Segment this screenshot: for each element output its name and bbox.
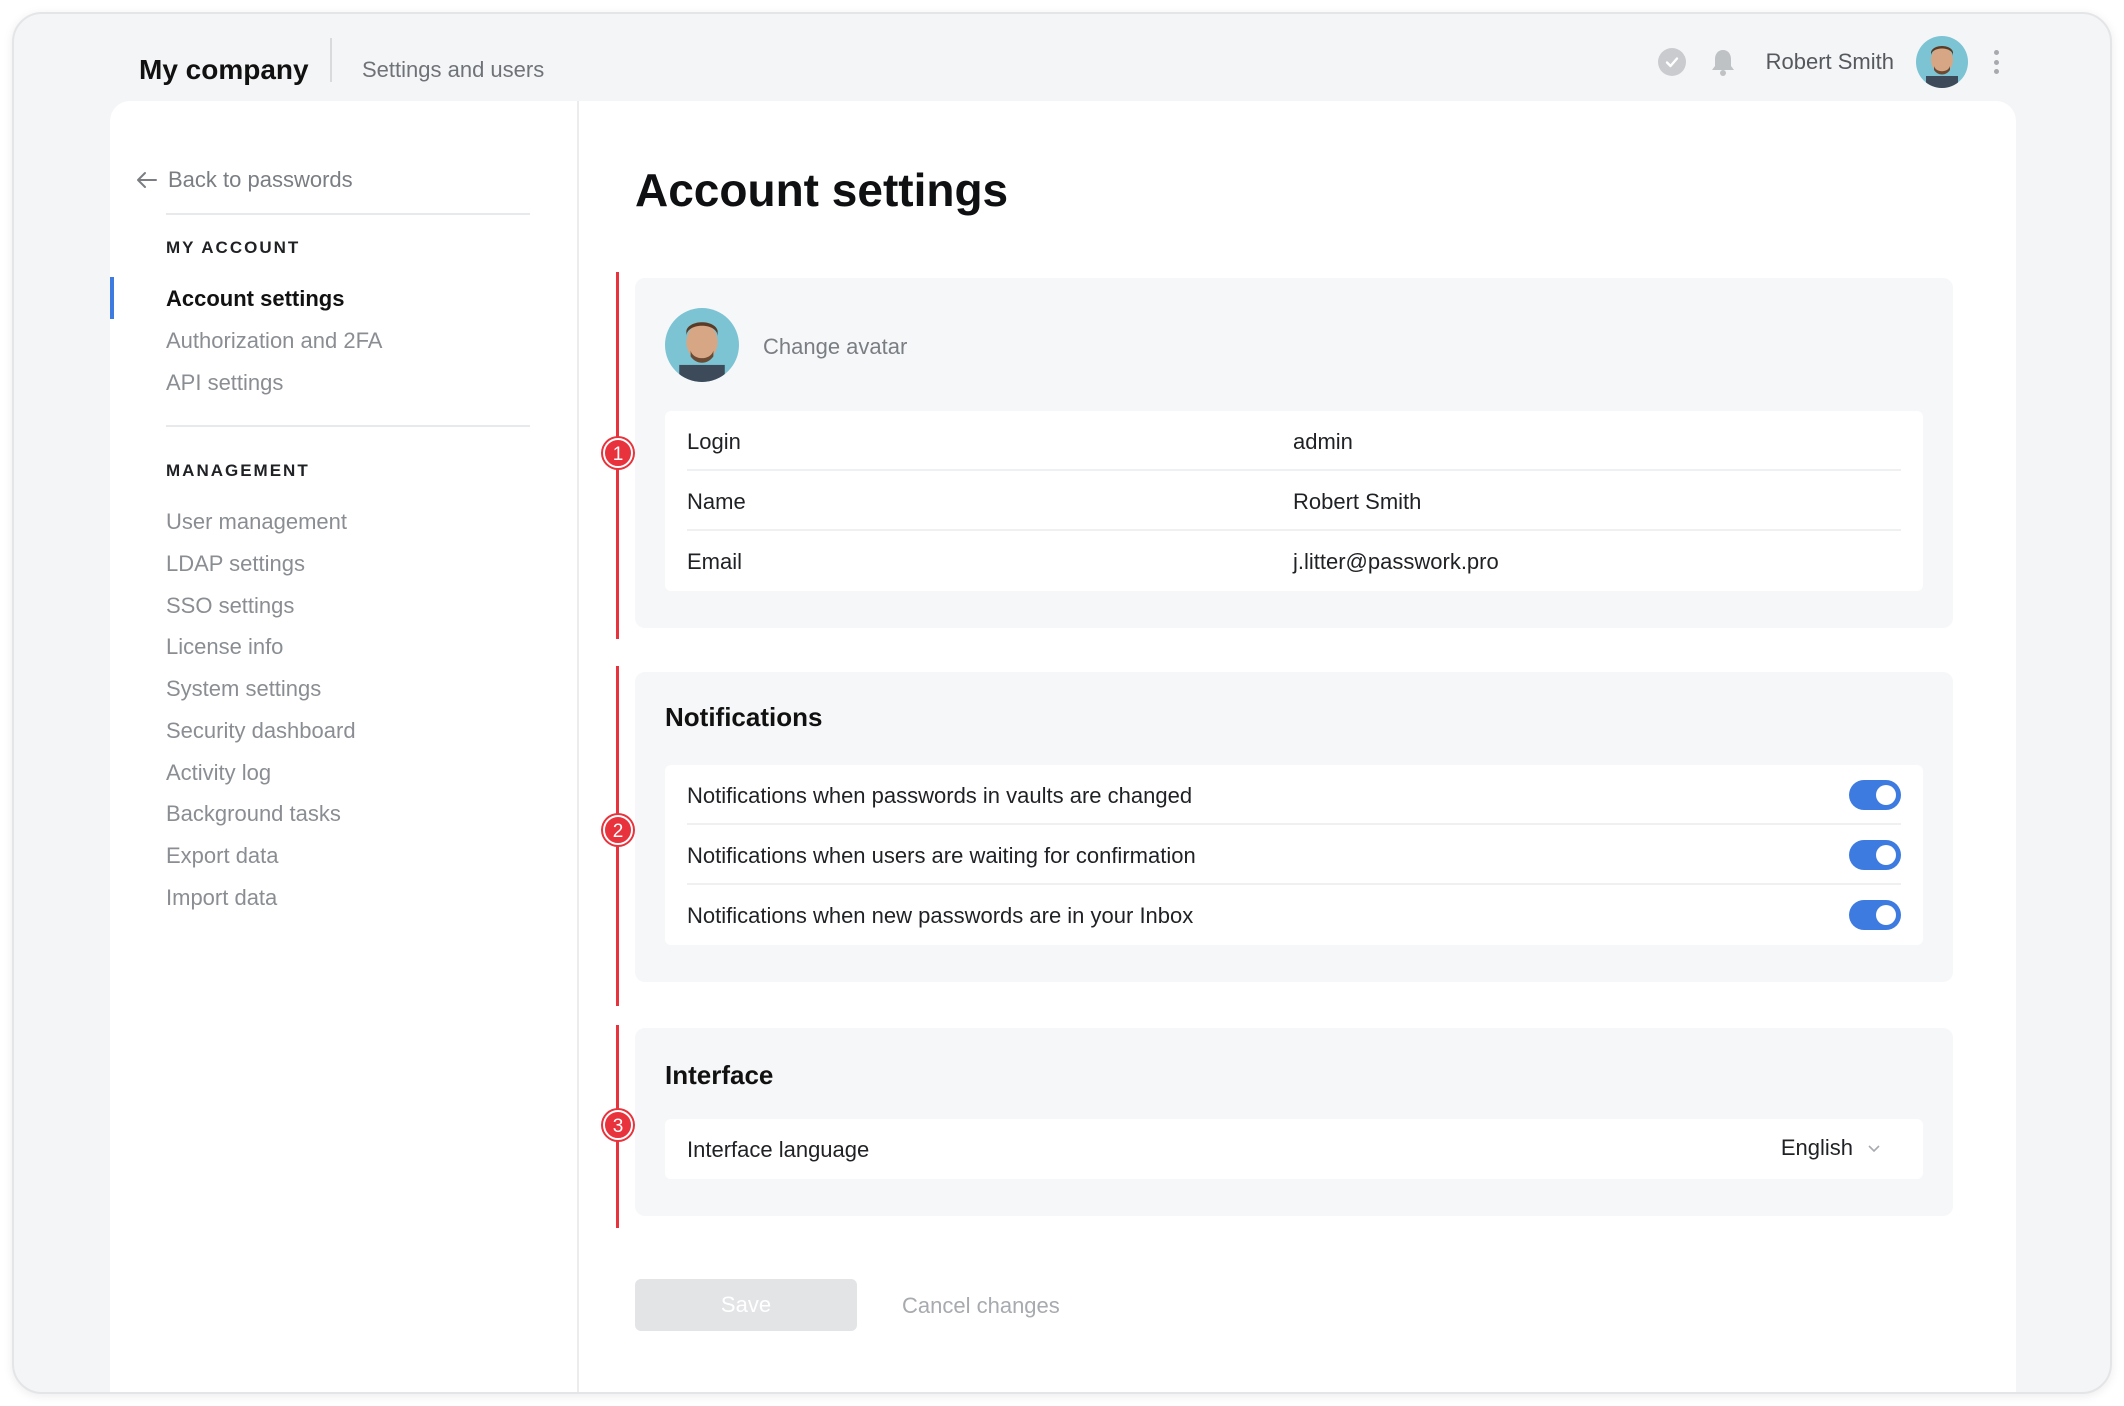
chevron-down-icon — [1868, 1145, 1880, 1153]
sidebar-item-system-settings[interactable]: System settings — [166, 676, 321, 702]
notifications-table: Notifications when passwords in vaults a… — [665, 765, 1923, 945]
sidebar-item-export-data[interactable]: Export data — [166, 843, 279, 869]
notifications-panel: Notifications Notifications when passwor… — [635, 672, 1953, 982]
interface-table: Interface language English — [665, 1119, 1923, 1179]
sidebar-item-background-tasks[interactable]: Background tasks — [166, 801, 341, 827]
change-avatar-link[interactable]: Change avatar — [763, 334, 907, 360]
table-row: Login admin — [687, 411, 1901, 471]
table-row: Name Robert Smith — [687, 471, 1901, 531]
interface-title: Interface — [665, 1060, 774, 1090]
table-row: Email j.litter@passwork.pro — [687, 531, 1901, 591]
check-circle-icon[interactable] — [1657, 48, 1686, 76]
arrow-left-icon — [137, 172, 157, 188]
sidebar-item-ldap-settings[interactable]: LDAP settings — [166, 551, 305, 577]
table-row: Interface language English — [687, 1119, 1901, 1179]
table-row: Notifications when users are waiting for… — [687, 825, 1901, 885]
avatar[interactable] — [665, 308, 739, 382]
settings-card: Back to passwords MY ACCOUNT Account set… — [110, 101, 2016, 1392]
sidebar-item-sso-settings[interactable]: SSO settings — [166, 593, 294, 619]
login-label: Login — [687, 429, 741, 454]
email-label: Email — [687, 549, 743, 574]
interface-panel: Interface Interface language English — [635, 1028, 1953, 1216]
table-row: Notifications when passwords in vaults a… — [687, 765, 1901, 825]
back-to-passwords-link[interactable]: Back to passwords — [136, 167, 353, 193]
profile-panel: Change avatar Login admin Name Robert Sm… — [635, 278, 1953, 628]
annotation-marker: 3 — [603, 1110, 633, 1140]
notification-label: Notifications when users are waiting for… — [687, 843, 1196, 868]
cancel-changes-button[interactable]: Cancel changes — [902, 1293, 1060, 1319]
app-window: My company Settings and users Robert Smi… — [12, 12, 2112, 1394]
sidebar-item-api-settings[interactable]: API settings — [166, 370, 283, 396]
interface-language-label: Interface language — [687, 1137, 870, 1162]
sidebar-item-activity-log[interactable]: Activity log — [166, 760, 271, 786]
active-indicator — [110, 277, 114, 319]
login-value[interactable]: admin — [1293, 429, 1353, 455]
user-area: Robert Smith — [1657, 36, 2002, 88]
sidebar: Back to passwords MY ACCOUNT Account set… — [110, 101, 579, 1392]
company-name[interactable]: My company — [139, 54, 309, 86]
table-row: Notifications when new passwords are in … — [687, 885, 1901, 945]
notification-label: Notifications when passwords in vaults a… — [687, 783, 1193, 808]
bell-icon[interactable] — [1708, 47, 1738, 77]
notification-label: Notifications when new passwords are in … — [687, 903, 1194, 928]
sidebar-divider — [166, 425, 530, 427]
sidebar-item-user-management[interactable]: User management — [166, 509, 347, 535]
sidebar-item-account-settings[interactable]: Account settings — [166, 286, 344, 312]
name-value[interactable]: Robert Smith — [1293, 489, 1421, 515]
annotation-marker: 1 — [603, 438, 633, 468]
avatar[interactable] — [1916, 36, 1968, 88]
top-bar: My company Settings and users Robert Smi… — [14, 14, 2110, 109]
page-title: Account settings — [635, 164, 1009, 216]
name-label: Name — [687, 489, 746, 514]
language-value: English — [1780, 1135, 1853, 1160]
user-name[interactable]: Robert Smith — [1766, 49, 1894, 75]
sidebar-item-security-dashboard[interactable]: Security dashboard — [166, 718, 356, 744]
more-menu-icon[interactable] — [1990, 47, 2002, 77]
save-button[interactable]: Save — [635, 1279, 857, 1331]
back-link-label: Back to passwords — [168, 167, 353, 192]
notification-toggle-inbox[interactable] — [1849, 900, 1901, 930]
notification-toggle-vault-changes[interactable] — [1849, 780, 1901, 810]
management-heading: MANAGEMENT — [166, 461, 310, 480]
sidebar-item-license-info[interactable]: License info — [166, 634, 283, 660]
notification-toggle-users-confirmation[interactable] — [1849, 840, 1901, 870]
top-divider — [330, 38, 332, 82]
annotation-marker: 2 — [603, 815, 633, 845]
profile-table: Login admin Name Robert Smith Email j.li… — [665, 411, 1923, 591]
sidebar-item-authorization-2fa[interactable]: Authorization and 2FA — [166, 328, 382, 354]
main-content: Account settings 1 2 3 Change avatar Log… — [579, 101, 2016, 1392]
my-account-heading: MY ACCOUNT — [166, 238, 301, 257]
notifications-title: Notifications — [665, 702, 823, 732]
section-breadcrumb[interactable]: Settings and users — [362, 57, 544, 83]
sidebar-item-import-data[interactable]: Import data — [166, 885, 277, 911]
email-value[interactable]: j.litter@passwork.pro — [1293, 549, 1499, 575]
sidebar-divider — [166, 213, 530, 215]
language-select[interactable]: English — [1781, 1135, 1881, 1161]
